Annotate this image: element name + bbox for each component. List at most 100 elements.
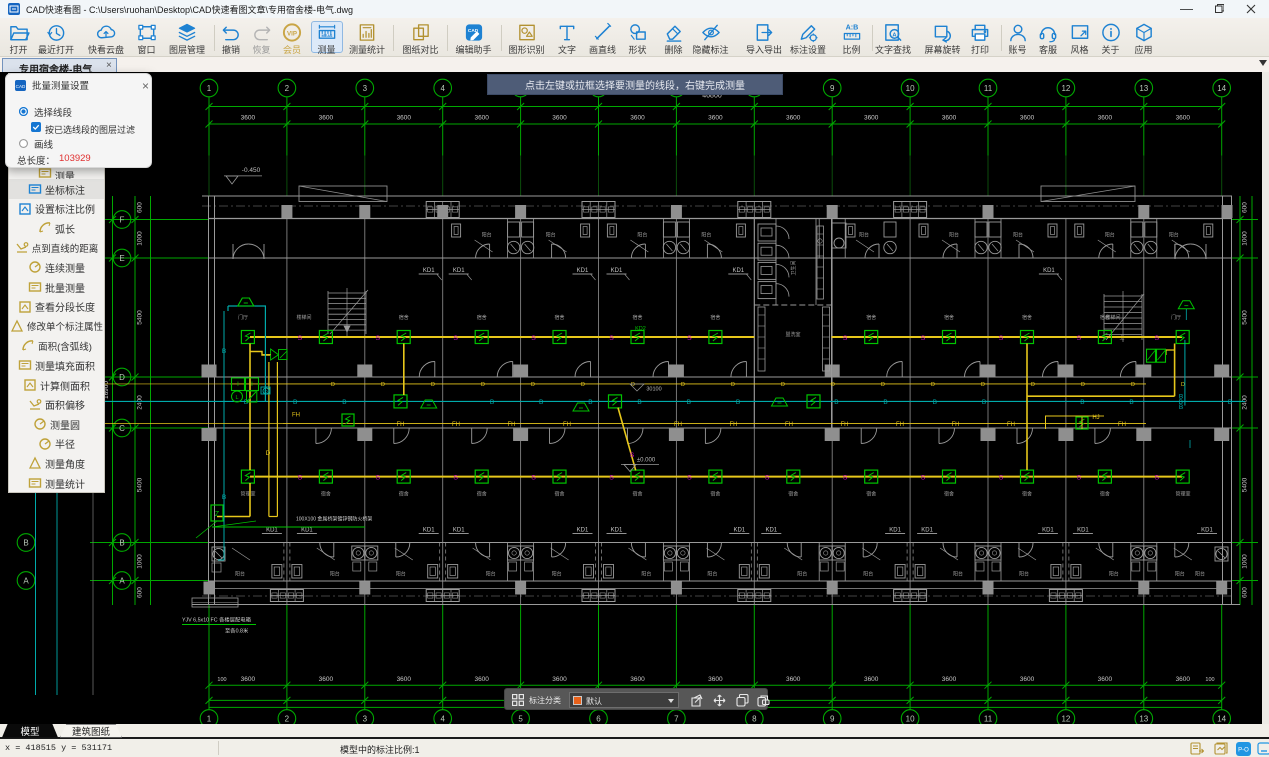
svg-text:阳台: 阳台 [637,232,647,239]
svg-text:YJV 6,5x10 FC 各楼层配电箱: YJV 6,5x10 FC 各楼层配电箱 [182,616,252,624]
svg-text:L: L [235,395,238,401]
svg-text:11: 11 [984,715,993,724]
svg-text:D: D [681,382,685,388]
svg-text:楼梯间: 楼梯间 [296,314,311,321]
svg-text:B: B [1129,399,1133,406]
svg-text:B: B [23,539,28,548]
svg-text:11: 11 [984,84,993,93]
svg-text:KD1: KD1 [453,528,465,534]
svg-text:FH: FH [785,422,793,428]
svg-text:3600: 3600 [1176,676,1191,683]
svg-text:600: 600 [1242,202,1249,213]
svg-text:14: 14 [1217,715,1226,724]
svg-text:卫生间: 卫生间 [790,260,797,275]
svg-text:阳台: 阳台 [707,571,717,578]
svg-text:S: S [298,475,303,482]
svg-text:宿舍: 宿舍 [632,314,642,321]
svg-text:FH: FH [841,422,849,428]
svg-text:5400: 5400 [1242,310,1249,325]
svg-text:4: 4 [440,84,445,93]
svg-text:阳台: 阳台 [953,571,963,578]
svg-text:3600: 3600 [708,115,723,122]
svg-text:3600: 3600 [942,115,957,122]
svg-text:3600: 3600 [1020,115,1035,122]
svg-text:B: B [119,539,124,548]
svg-text:S: S [609,475,614,482]
svg-text:S: S [843,335,848,342]
svg-text:FH: FH [508,422,516,428]
svg-text:MEAS: MEAS [321,34,332,38]
svg-text:B: B [490,399,494,406]
svg-text:KD1: KD1 [765,528,777,534]
svg-text:S: S [1155,475,1160,482]
svg-text:3600: 3600 [864,115,879,122]
svg-text:3600: 3600 [630,115,645,122]
svg-text:D: D [431,382,435,388]
svg-text:S: S [630,452,635,459]
svg-text:KD1: KD1 [266,528,278,534]
svg-text:KD1: KD1 [611,528,623,534]
svg-text:30100: 30100 [646,387,661,393]
svg-text:FH: FH [674,422,682,428]
svg-text:FH: FH [1118,422,1126,428]
svg-text:宿舍: 宿舍 [710,491,720,498]
svg-text:阳台: 阳台 [396,571,406,578]
svg-text:A: A [119,577,125,586]
svg-text:B: B [588,399,592,406]
svg-text:3600: 3600 [864,676,879,683]
svg-text:KD1: KD1 [1043,268,1055,274]
svg-text:2: 2 [285,715,290,724]
svg-text:D: D [381,382,385,388]
svg-text:3600: 3600 [942,676,957,683]
svg-text:5400: 5400 [137,310,144,325]
svg-text:B: B [637,399,641,406]
svg-text:阳台: 阳台 [330,571,340,578]
svg-text:B: B [736,399,740,406]
svg-text:-0.450: -0.450 [242,167,261,174]
svg-text:2400: 2400 [137,395,144,410]
svg-text:3600: 3600 [552,676,567,683]
svg-text:D: D [881,382,885,388]
svg-text:S: S [531,335,536,342]
svg-text:4: 4 [440,715,445,724]
svg-text:3600: 3600 [630,676,645,683]
svg-text:S: S [687,475,692,482]
svg-text:±0.000: ±0.000 [637,458,656,464]
svg-text:阳台: 阳台 [1105,232,1115,239]
svg-text:宿舍: 宿舍 [399,314,409,321]
svg-text:B: B [1080,399,1084,406]
svg-text:S: S [921,335,926,342]
svg-text:宿舍: 宿舍 [1022,314,1032,321]
svg-text:3600: 3600 [708,676,723,683]
svg-text:3: 3 [363,84,368,93]
svg-text:B: B [222,348,226,355]
svg-text:B: B [1179,394,1183,401]
svg-text:B: B [342,399,346,406]
svg-text:100: 100 [217,677,226,683]
svg-text:S: S [921,475,926,482]
svg-text:3600: 3600 [1020,676,1035,683]
svg-text:S: S [999,475,1004,482]
svg-text:宿舍: 宿舍 [477,491,487,498]
svg-text:D: D [481,382,485,388]
svg-text:B: B [539,399,543,406]
svg-text:KD1: KD1 [577,528,589,534]
svg-text:FH: FH [896,422,904,428]
svg-text:6: 6 [596,715,601,724]
svg-text:门厅: 门厅 [238,314,248,321]
svg-text:KD1: KD1 [889,528,901,534]
svg-text:13: 13 [1139,715,1148,724]
svg-text:3600: 3600 [786,676,801,683]
svg-text:Z: Z [215,511,220,518]
svg-text:宿舍: 宿舍 [477,314,487,321]
svg-text:S: S [376,335,381,342]
svg-text:FH: FH [452,422,460,428]
svg-text:14: 14 [1217,84,1226,93]
svg-text:S: S [453,335,458,342]
svg-text:A:B: A:B [845,24,858,32]
svg-text:宿舍: 宿舍 [554,491,564,498]
svg-text:阳台: 阳台 [701,232,711,239]
svg-text:3600: 3600 [241,676,256,683]
svg-text:宿舍: 宿舍 [632,491,642,498]
svg-text:600: 600 [1242,587,1249,598]
